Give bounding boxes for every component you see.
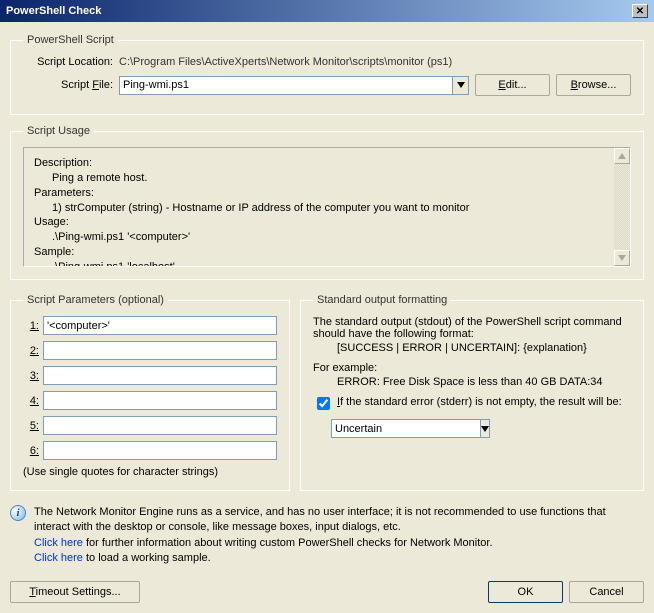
param-label-2: 2: xyxy=(23,345,39,357)
usage-usage-v: .\Ping-wmi.ps1 '<computer>' xyxy=(34,230,620,245)
note-after2: to load a working sample. xyxy=(83,552,211,564)
script-group: PowerShell Script Script Location: C:\Pr… xyxy=(10,34,644,115)
script-location-value: C:\Program Files\ActiveXperts\Network Mo… xyxy=(119,56,452,68)
param-label-1: 1: xyxy=(23,320,39,332)
script-legend: PowerShell Script xyxy=(23,34,118,46)
stdout-eg-label: For example: xyxy=(313,362,631,374)
usage-param-v: 1) strComputer (string) - Hostname or IP… xyxy=(34,201,620,216)
scroll-up-icon[interactable] xyxy=(614,148,630,164)
scroll-track[interactable] xyxy=(614,164,630,250)
params-hint: (Use single quotes for character strings… xyxy=(23,466,277,478)
close-icon[interactable]: ✕ xyxy=(632,4,648,18)
stdout-fmt: [SUCCESS | ERROR | UNCERTAIN]: {explanat… xyxy=(313,342,631,354)
button-bar: Timeout Settings... OK Cancel xyxy=(0,575,654,613)
info-icon: i xyxy=(10,505,26,521)
stderr-result-combo[interactable] xyxy=(331,419,451,438)
stdout-line1: The standard output (stdout) of the Powe… xyxy=(313,316,631,340)
edit-button[interactable]: Edit... xyxy=(475,74,550,96)
script-file-combo[interactable] xyxy=(119,76,469,95)
stdout-group: Standard output formatting The standard … xyxy=(300,294,644,491)
info-note: i The Network Monitor Engine runs as a s… xyxy=(10,505,644,567)
stdout-eg-val: ERROR: Free Disk Space is less than 40 G… xyxy=(313,376,631,388)
param-label-3: 3: xyxy=(23,370,39,382)
params-group: Script Parameters (optional) 1: 2: 3: 4:… xyxy=(10,294,290,491)
usage-sample-v: .\Ping-wmi.ps1 'localhost' xyxy=(34,260,620,267)
note-text1: The Network Monitor Engine runs as a ser… xyxy=(34,505,644,536)
chevron-down-icon[interactable] xyxy=(452,76,469,95)
scroll-down-icon[interactable] xyxy=(614,250,630,266)
param-input-1[interactable] xyxy=(43,316,277,335)
titlebar: PowerShell Check ✕ xyxy=(0,0,654,22)
stderr-checkbox[interactable] xyxy=(317,397,330,410)
link-further-info[interactable]: Click here xyxy=(34,537,83,549)
usage-desc-h: Description: xyxy=(34,156,620,171)
scrollbar[interactable] xyxy=(614,148,630,266)
cancel-button[interactable]: Cancel xyxy=(569,581,644,603)
param-label-5: 5: xyxy=(23,420,39,432)
script-location-label: Script Location: xyxy=(23,56,113,68)
timeout-settings-button[interactable]: Timeout Settings... xyxy=(10,581,140,603)
param-input-4[interactable] xyxy=(43,391,277,410)
usage-group: Script Usage Description: Ping a remote … xyxy=(10,125,644,280)
dialog-content: PowerShell Script Script Location: C:\Pr… xyxy=(0,22,654,575)
window-title: PowerShell Check xyxy=(6,5,101,17)
usage-sample-h: Sample: xyxy=(34,245,620,260)
chevron-down-icon[interactable] xyxy=(480,419,490,438)
params-legend: Script Parameters (optional) xyxy=(23,294,168,306)
script-file-label: Script File: xyxy=(23,79,113,91)
usage-usage-h: Usage: xyxy=(34,215,620,230)
ok-button[interactable]: OK xyxy=(488,581,563,603)
usage-param-h: Parameters: xyxy=(34,186,620,201)
param-input-6[interactable] xyxy=(43,441,277,460)
link-load-sample[interactable]: Click here xyxy=(34,552,83,564)
note-after1: for further information about writing cu… xyxy=(83,537,493,549)
param-input-3[interactable] xyxy=(43,366,277,385)
param-label-4: 4: xyxy=(23,395,39,407)
browse-button[interactable]: Browse... xyxy=(556,74,631,96)
param-label-6: 6: xyxy=(23,445,39,457)
stderr-result-input[interactable] xyxy=(331,419,480,438)
usage-legend: Script Usage xyxy=(23,125,94,137)
usage-text: Description: Ping a remote host. Paramet… xyxy=(23,147,631,267)
script-file-input[interactable] xyxy=(119,76,452,95)
stdout-legend: Standard output formatting xyxy=(313,294,451,306)
param-input-5[interactable] xyxy=(43,416,277,435)
param-input-2[interactable] xyxy=(43,341,277,360)
stderr-label: If the standard error (stderr) is not em… xyxy=(337,396,622,408)
usage-desc-v: Ping a remote host. xyxy=(34,171,620,186)
